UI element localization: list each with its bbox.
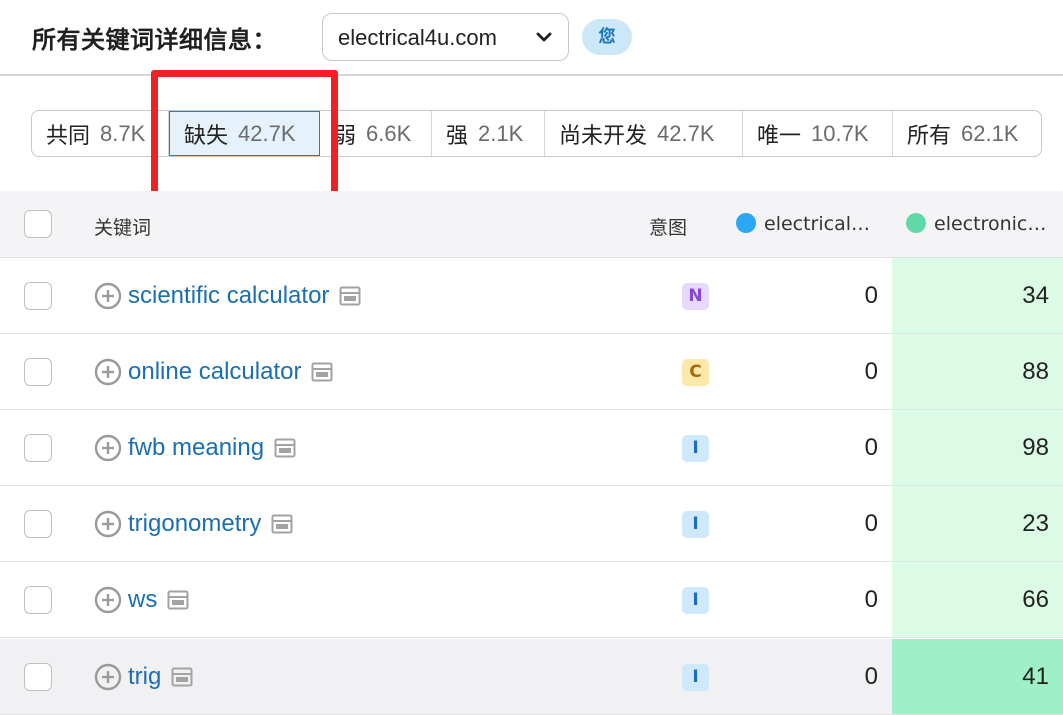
tab-unique[interactable]: 唯一 10.7K <box>743 111 893 156</box>
keyword-text: trig <box>128 663 162 690</box>
row-checkbox[interactable] <box>24 510 52 538</box>
add-to-list-icon[interactable] <box>94 434 122 462</box>
add-to-list-icon[interactable] <box>94 586 122 614</box>
row-checkbox[interactable] <box>24 586 52 614</box>
domain1-color-dot <box>736 213 756 233</box>
domain1-position: 0 <box>864 510 878 537</box>
domain1-position: 0 <box>864 282 878 309</box>
column-header-intent[interactable]: 意图 <box>649 213 687 240</box>
keyword-text: scientific calculator <box>128 282 330 309</box>
keyword-link[interactable]: ws <box>128 586 189 614</box>
tab-label: 强 <box>446 123 469 149</box>
tab-label: 共同 <box>46 123 91 149</box>
row-checkbox[interactable] <box>24 434 52 462</box>
table-row[interactable]: trigonometry I 0 23 <box>0 486 1063 562</box>
domain1-position: 0 <box>864 358 878 385</box>
table-row[interactable]: online calculator C 0 88 <box>0 334 1063 410</box>
intent-badge: I <box>682 664 709 691</box>
row-checkbox[interactable] <box>24 358 52 386</box>
keyword-text: online calculator <box>128 358 302 385</box>
domain-select-value: electrical4u.com <box>338 25 497 50</box>
domain2-color-dot <box>906 213 926 233</box>
serp-features-icon[interactable] <box>311 362 333 382</box>
keyword-link[interactable]: scientific calculator <box>128 282 361 310</box>
tab-label: 所有 <box>907 123 952 149</box>
table-row[interactable]: scientific calculator N 0 34 <box>0 258 1063 334</box>
page-title: 所有关键词详细信息： <box>32 26 277 54</box>
select-all-checkbox[interactable] <box>24 210 52 238</box>
keyword-text: fwb meaning <box>128 434 265 461</box>
tab-count: 42.7K <box>657 120 715 146</box>
serp-features-icon[interactable] <box>171 667 193 687</box>
add-to-list-icon[interactable] <box>94 282 122 310</box>
domain1-position: 0 <box>864 586 878 613</box>
tab-label: 尚未开发 <box>559 123 648 149</box>
table-row[interactable]: trig I 0 41 <box>0 639 1063 715</box>
tab-label: 唯一 <box>757 123 802 149</box>
domain2-cell: 66 <box>892 562 1063 637</box>
serp-features-icon[interactable] <box>167 590 189 610</box>
row-checkbox[interactable] <box>24 282 52 310</box>
domain2-position: 34 <box>1022 282 1049 309</box>
keyword-link[interactable]: online calculator <box>128 358 333 386</box>
domain2-position: 23 <box>1022 510 1049 537</box>
domain2-cell: 23 <box>892 486 1063 561</box>
serp-features-icon[interactable] <box>339 286 361 306</box>
domain2-position: 41 <box>1022 663 1049 690</box>
domain2-position: 98 <box>1022 434 1049 461</box>
tab-shared[interactable]: 共同 8.7K <box>32 111 169 156</box>
column-header-keyword[interactable]: 关键词 <box>94 213 151 240</box>
column-header-domain1[interactable]: electrical… <box>736 213 870 235</box>
keyword-link[interactable]: trigonometry <box>128 510 293 538</box>
intent-badge: C <box>682 359 709 386</box>
tab-count: 6.6K <box>366 120 412 146</box>
intent-badge: I <box>682 587 709 614</box>
tab-all[interactable]: 所有 62.1K <box>893 111 1041 156</box>
serp-features-icon[interactable] <box>274 438 296 458</box>
table-row[interactable]: fwb meaning I 0 98 <box>0 410 1063 486</box>
you-badge: 您 <box>582 19 632 55</box>
domain1-position: 0 <box>864 434 878 461</box>
keyword-link[interactable]: trig <box>128 663 193 691</box>
table-header: 关键词 意图 electrical… electronic… <box>0 191 1063 258</box>
tab-count: 2.1K <box>478 120 524 146</box>
intent-badge: N <box>682 283 709 310</box>
table-row[interactable]: ws I 0 66 <box>0 562 1063 638</box>
intent-badge: I <box>682 511 709 538</box>
domain2-position: 66 <box>1022 586 1049 613</box>
tab-count: 62.1K <box>961 120 1019 146</box>
tab-strong[interactable]: 强 2.1K <box>432 111 545 156</box>
keyword-link[interactable]: fwb meaning <box>128 434 296 462</box>
domain2-label: electronic… <box>934 213 1047 235</box>
domain1-label: electrical… <box>764 213 871 235</box>
add-to-list-icon[interactable] <box>94 663 122 691</box>
add-to-list-icon[interactable] <box>94 510 122 538</box>
tab-untapped[interactable]: 尚未开发 42.7K <box>545 111 743 156</box>
domain1-position: 0 <box>864 663 878 690</box>
domain2-cell: 98 <box>892 410 1063 485</box>
domain2-cell: 34 <box>892 258 1063 333</box>
keyword-text: trigonometry <box>128 510 262 537</box>
domain2-cell: 88 <box>892 334 1063 409</box>
tab-count: 10.7K <box>811 120 869 146</box>
add-to-list-icon[interactable] <box>94 358 122 386</box>
chevron-down-icon <box>536 32 552 42</box>
column-header-domain2[interactable]: electronic… <box>906 213 1046 235</box>
keyword-text: ws <box>128 586 158 613</box>
intent-badge: I <box>682 435 709 462</box>
domain2-cell: 41 <box>892 639 1063 714</box>
page-header: 所有关键词详细信息： electrical4u.com 您 <box>0 0 1063 76</box>
domain-select[interactable]: electrical4u.com <box>322 13 569 61</box>
domain2-position: 88 <box>1022 358 1049 385</box>
tab-count: 8.7K <box>100 120 146 146</box>
serp-features-icon[interactable] <box>271 514 293 534</box>
row-checkbox[interactable] <box>24 663 52 691</box>
